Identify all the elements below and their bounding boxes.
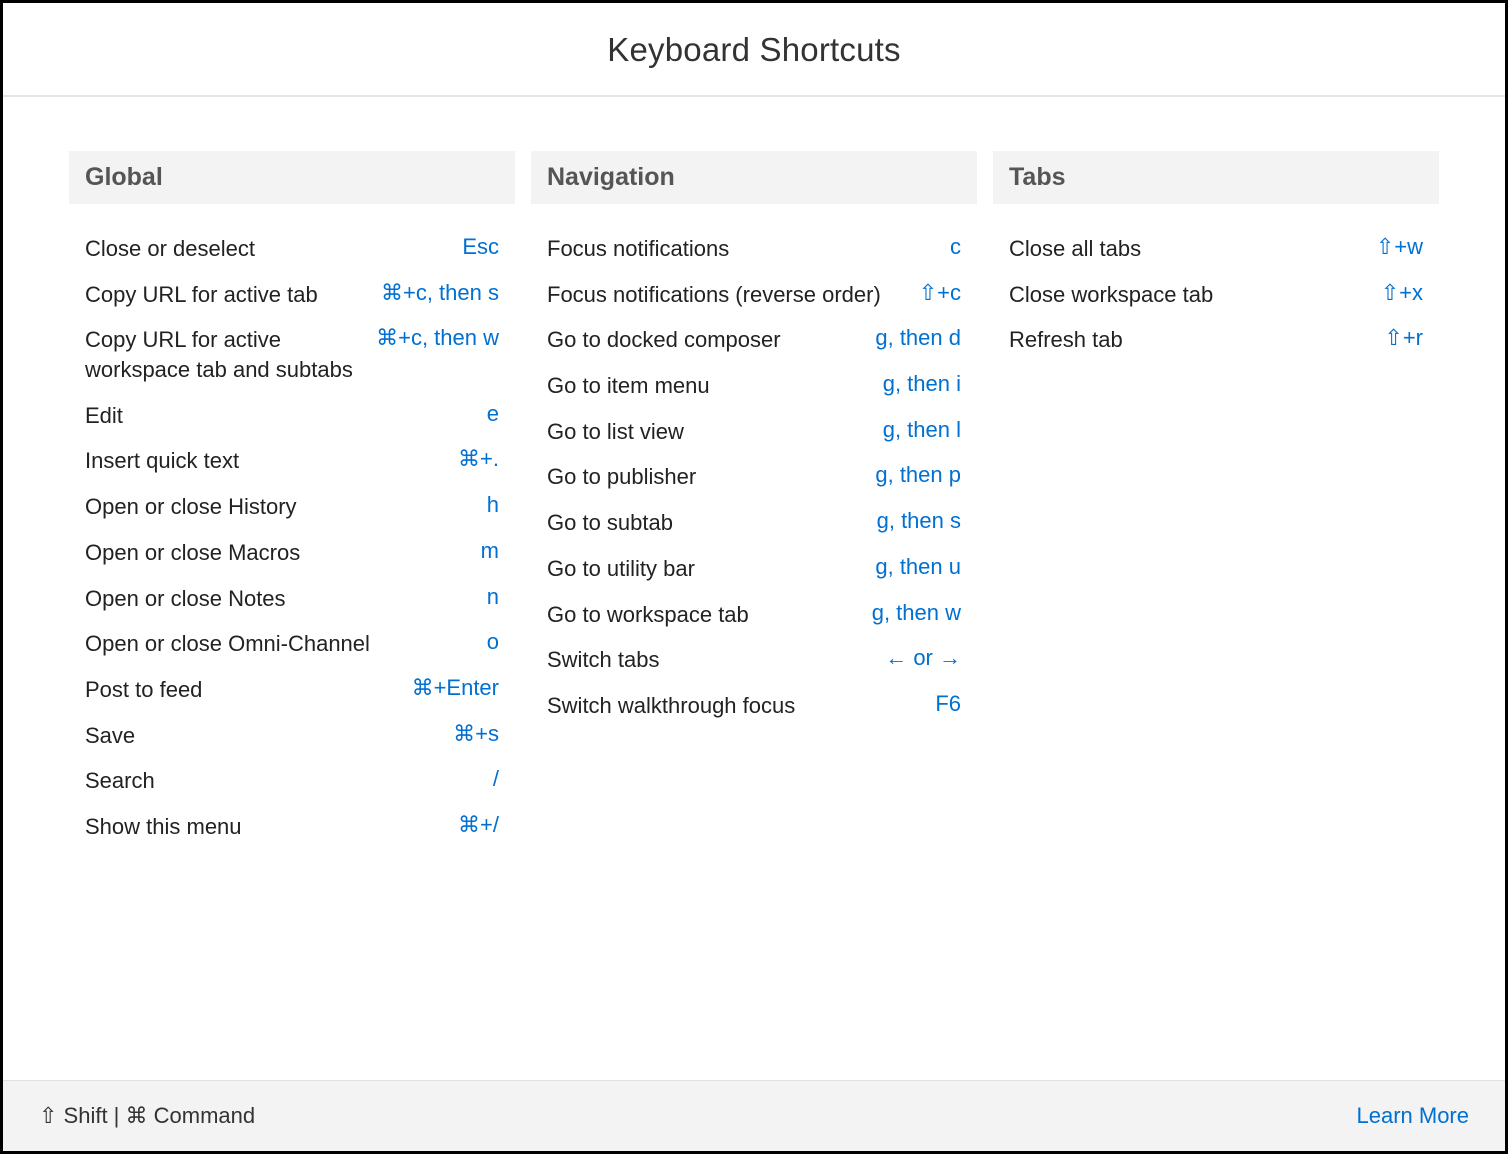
shortcut-label: Search [85,766,479,796]
column-global: Global Close or deselect Esc Copy URL for… [61,151,523,850]
shortcut-label: Switch tabs [547,645,871,675]
shortcut-row: Switch walkthrough focus F6 [531,683,977,729]
shortcut-key: ⌘+c, then w [376,325,499,351]
shortcut-row: Go to utility bar g, then u [531,546,977,592]
shortcut-key: ⇧+c [919,280,961,306]
shortcut-row: Search / [69,758,515,804]
shortcut-row: Go to docked composer g, then d [531,317,977,363]
shortcut-label: Show this menu [85,812,444,842]
shortcut-row: Open or close Notes n [69,576,515,622]
modal-title: Keyboard Shortcuts [3,31,1505,69]
shortcut-key: Esc [462,234,499,260]
shortcut-key: ⇧+x [1381,280,1423,306]
shortcut-row: Save ⌘+s [69,713,515,759]
shortcut-label: Go to workspace tab [547,600,858,630]
shortcut-row: Switch tabs ← or → [531,637,977,683]
modal-header: Keyboard Shortcuts [3,3,1505,97]
shortcut-key: g, then l [883,417,961,443]
shortcut-label: Close or deselect [85,234,448,264]
column-heading-global: Global [69,151,515,204]
shortcut-key: ⌘+s [453,721,499,747]
shortcut-row: Open or close Macros m [69,530,515,576]
modal-footer: ⇧ Shift | ⌘ Command Learn More [3,1080,1505,1151]
shortcut-key: c [950,234,961,260]
shortcut-key: ⌘+c, then s [381,280,499,306]
column-heading-navigation: Navigation [531,151,977,204]
shortcut-key: n [487,584,499,610]
shortcut-label: Go to publisher [547,462,861,492]
shortcut-key: o [487,629,499,655]
shortcut-key: ⌘+/ [458,812,499,838]
shortcut-key: ⇧+r [1384,325,1423,351]
shortcut-row: Focus notifications (reverse order) ⇧+c [531,272,977,318]
shortcut-row: Go to item menu g, then i [531,363,977,409]
shortcut-key: F6 [935,691,961,717]
shortcut-label: Close workspace tab [1009,280,1367,310]
shortcut-key: g, then p [875,462,961,488]
shortcut-label: Go to utility bar [547,554,861,584]
shortcut-key: g, then u [875,554,961,580]
shortcut-row: Focus notifications c [531,226,977,272]
column-heading-tabs: Tabs [993,151,1439,204]
shortcut-label: Save [85,721,439,751]
learn-more-link[interactable]: Learn More [1356,1103,1469,1129]
shortcut-label: Insert quick text [85,446,444,476]
shortcut-row: Show this menu ⌘+/ [69,804,515,850]
shortcut-key: ⌘+Enter [412,675,499,701]
shortcut-label: Go to docked composer [547,325,861,355]
shortcut-key: ⇧+w [1376,234,1423,260]
shortcut-key: g, then i [883,371,961,397]
shortcut-label: Focus notifications (reverse order) [547,280,905,310]
shortcut-label: Switch walkthrough focus [547,691,921,721]
shortcut-key: g, then d [875,325,961,351]
shortcut-key: g, then w [872,600,961,626]
shortcut-row: Open or close History h [69,484,515,530]
shortcut-key: ← or → [885,645,961,671]
shortcut-label: Open or close Macros [85,538,467,568]
shortcut-label: Edit [85,401,473,431]
shortcut-row: Go to subtab g, then s [531,500,977,546]
shortcut-label: Open or close Omni-Channel [85,629,473,659]
shortcut-label: Focus notifications [547,234,936,264]
shortcut-row: Go to workspace tab g, then w [531,592,977,638]
column-navigation: Navigation Focus notifications c Focus no… [523,151,985,850]
shortcut-key: h [487,492,499,518]
shortcut-label: Copy URL for active workspace tab and su… [85,325,362,384]
shortcut-row: Refresh tab ⇧+r [993,317,1439,363]
shortcut-row: Insert quick text ⌘+. [69,438,515,484]
shortcut-label: Refresh tab [1009,325,1370,355]
shortcut-label: Close all tabs [1009,234,1362,264]
shortcut-key: m [481,538,499,564]
shortcut-row: Copy URL for active workspace tab and su… [69,317,515,392]
key-legend: ⇧ Shift | ⌘ Command [39,1103,255,1129]
shortcut-label: Go to subtab [547,508,863,538]
shortcut-key: g, then s [877,508,961,534]
shortcut-row: Copy URL for active tab ⌘+c, then s [69,272,515,318]
shortcuts-content: Global Close or deselect Esc Copy URL for… [3,97,1505,850]
shortcut-row: Open or close Omni-Channel o [69,621,515,667]
shortcut-row: Go to publisher g, then p [531,454,977,500]
shortcut-row: Go to list view g, then l [531,409,977,455]
shortcut-row: Close or deselect Esc [69,226,515,272]
shortcut-key: ⌘+. [458,446,499,472]
shortcut-row: Close all tabs ⇧+w [993,226,1439,272]
shortcut-label: Open or close History [85,492,473,522]
shortcut-key: / [493,766,499,792]
shortcut-row: Post to feed ⌘+Enter [69,667,515,713]
shortcut-label: Copy URL for active tab [85,280,367,310]
shortcut-row: Close workspace tab ⇧+x [993,272,1439,318]
shortcut-row: Edite [69,393,515,439]
column-tabs: Tabs Close all tabs ⇧+w Close workspace t… [985,151,1447,850]
shortcut-key: e [487,401,499,427]
shortcut-label: Go to item menu [547,371,869,401]
shortcut-label: Open or close Notes [85,584,473,614]
shortcut-label: Post to feed [85,675,398,705]
shortcut-label: Go to list view [547,417,869,447]
